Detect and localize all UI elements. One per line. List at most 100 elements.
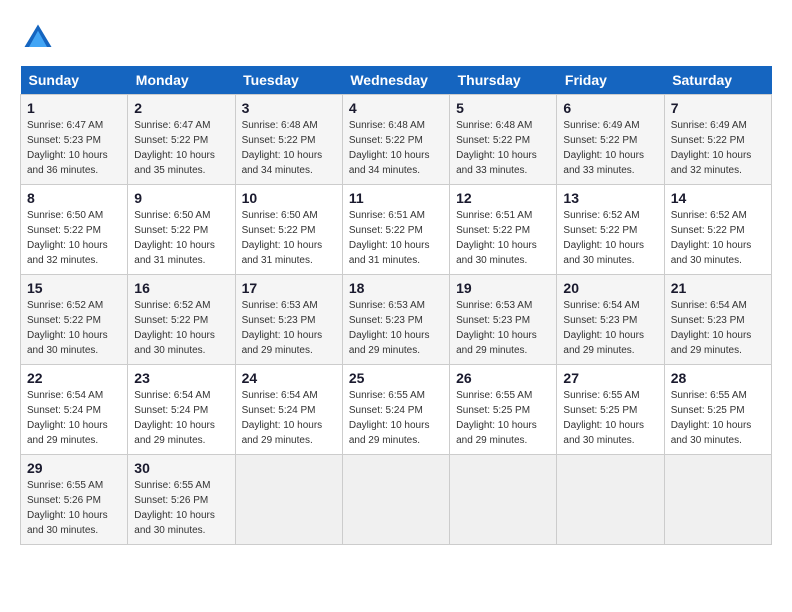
calendar-cell: 21 Sunrise: 6:54 AM Sunset: 5:23 PM Dayli… — [664, 275, 771, 365]
day-number: 13 — [563, 190, 657, 206]
calendar-cell: 6 Sunrise: 6:49 AM Sunset: 5:22 PM Daylig… — [557, 95, 664, 185]
day-info: Sunrise: 6:55 AM Sunset: 5:25 PM Dayligh… — [456, 388, 550, 448]
calendar-cell: 23Sunrise: 6:54 AM Sunset: 5:24 PM Dayli… — [128, 365, 235, 455]
calendar-cell — [342, 455, 449, 545]
calendar-cell: 7 Sunrise: 6:49 AM Sunset: 5:22 PM Daylig… — [664, 95, 771, 185]
day-number: 10 — [242, 190, 336, 206]
day-info: Sunrise: 6:48 AM Sunset: 5:22 PM Dayligh… — [456, 118, 550, 178]
header-wednesday: Wednesday — [342, 66, 449, 95]
day-info: Sunrise: 6:54 AM Sunset: 5:23 PM Dayligh… — [563, 298, 657, 358]
day-number: 15 — [27, 280, 121, 296]
header-row: SundayMondayTuesdayWednesdayThursdayFrid… — [21, 66, 772, 95]
day-number: 6 — [563, 100, 657, 116]
day-number: 4 — [349, 100, 443, 116]
day-number: 24 — [242, 370, 336, 386]
day-info: Sunrise: 6:51 AM Sunset: 5:22 PM Dayligh… — [456, 208, 550, 268]
week-row-4: 22 Sunrise: 6:54 AM Sunset: 5:24 PM Dayli… — [21, 365, 772, 455]
calendar-cell: 17 Sunrise: 6:53 AM Sunset: 5:23 PM Dayli… — [235, 275, 342, 365]
calendar-cell: 11Sunrise: 6:51 AM Sunset: 5:22 PM Dayli… — [342, 185, 449, 275]
day-number: 2 — [134, 100, 228, 116]
day-number: 22 — [27, 370, 121, 386]
day-number: 12 — [456, 190, 550, 206]
calendar-header: SundayMondayTuesdayWednesdayThursdayFrid… — [21, 66, 772, 95]
calendar-cell: 19 Sunrise: 6:53 AM Sunset: 5:23 PM Dayli… — [450, 275, 557, 365]
calendar-cell: 13Sunrise: 6:52 AM Sunset: 5:22 PM Dayli… — [557, 185, 664, 275]
calendar-cell: 25Sunrise: 6:55 AM Sunset: 5:24 PM Dayli… — [342, 365, 449, 455]
day-info: Sunrise: 6:50 AM Sunset: 5:22 PM Dayligh… — [242, 208, 336, 268]
header-monday: Monday — [128, 66, 235, 95]
calendar-cell: 1 Sunrise: 6:47 AM Sunset: 5:23 PM Daylig… — [21, 95, 128, 185]
day-info: Sunrise: 6:49 AM Sunset: 5:22 PM Dayligh… — [671, 118, 765, 178]
calendar-cell: 18 Sunrise: 6:53 AM Sunset: 5:23 PM Dayli… — [342, 275, 449, 365]
calendar-table: SundayMondayTuesdayWednesdayThursdayFrid… — [20, 66, 772, 545]
calendar-cell: 10 Sunrise: 6:50 AM Sunset: 5:22 PM Dayli… — [235, 185, 342, 275]
day-number: 20 — [563, 280, 657, 296]
day-number: 16 — [134, 280, 228, 296]
day-number: 27 — [563, 370, 657, 386]
day-number: 5 — [456, 100, 550, 116]
day-number: 23 — [134, 370, 228, 386]
calendar-cell — [450, 455, 557, 545]
day-number: 1 — [27, 100, 121, 116]
header-thursday: Thursday — [450, 66, 557, 95]
day-info: Sunrise: 6:54 AM Sunset: 5:24 PM Dayligh… — [27, 388, 121, 448]
week-row-3: 15 Sunrise: 6:52 AM Sunset: 5:22 PM Dayli… — [21, 275, 772, 365]
calendar-cell: 20 Sunrise: 6:54 AM Sunset: 5:23 PM Dayli… — [557, 275, 664, 365]
page-header — [20, 20, 772, 56]
day-info: Sunrise: 6:49 AM Sunset: 5:22 PM Dayligh… — [563, 118, 657, 178]
calendar-cell: 3Sunrise: 6:48 AM Sunset: 5:22 PM Daylig… — [235, 95, 342, 185]
day-number: 14 — [671, 190, 765, 206]
header-sunday: Sunday — [21, 66, 128, 95]
day-info: Sunrise: 6:52 AM Sunset: 5:22 PM Dayligh… — [27, 298, 121, 358]
calendar-cell — [664, 455, 771, 545]
header-friday: Friday — [557, 66, 664, 95]
day-number: 3 — [242, 100, 336, 116]
calendar-cell: 4 Sunrise: 6:48 AM Sunset: 5:22 PM Daylig… — [342, 95, 449, 185]
day-info: Sunrise: 6:47 AM Sunset: 5:23 PM Dayligh… — [27, 118, 121, 178]
day-info: Sunrise: 6:50 AM Sunset: 5:22 PM Dayligh… — [27, 208, 121, 268]
day-info: Sunrise: 6:48 AM Sunset: 5:22 PM Dayligh… — [349, 118, 443, 178]
day-number: 7 — [671, 100, 765, 116]
day-info: Sunrise: 6:50 AM Sunset: 5:22 PM Dayligh… — [134, 208, 228, 268]
day-number: 8 — [27, 190, 121, 206]
calendar-cell — [557, 455, 664, 545]
calendar-cell: 5 Sunrise: 6:48 AM Sunset: 5:22 PM Daylig… — [450, 95, 557, 185]
week-row-1: 1 Sunrise: 6:47 AM Sunset: 5:23 PM Daylig… — [21, 95, 772, 185]
calendar-cell: 9 Sunrise: 6:50 AM Sunset: 5:22 PM Daylig… — [128, 185, 235, 275]
calendar-cell: 24 Sunrise: 6:54 AM Sunset: 5:24 PM Dayli… — [235, 365, 342, 455]
day-number: 19 — [456, 280, 550, 296]
day-info: Sunrise: 6:52 AM Sunset: 5:22 PM Dayligh… — [671, 208, 765, 268]
day-number: 21 — [671, 280, 765, 296]
day-number: 30 — [134, 460, 228, 476]
day-info: Sunrise: 6:55 AM Sunset: 5:24 PM Dayligh… — [349, 388, 443, 448]
day-number: 28 — [671, 370, 765, 386]
calendar-cell: 30Sunrise: 6:55 AM Sunset: 5:26 PM Dayli… — [128, 455, 235, 545]
calendar-cell: 15 Sunrise: 6:52 AM Sunset: 5:22 PM Dayli… — [21, 275, 128, 365]
day-number: 9 — [134, 190, 228, 206]
calendar-cell: 8 Sunrise: 6:50 AM Sunset: 5:22 PM Daylig… — [21, 185, 128, 275]
day-info: Sunrise: 6:52 AM Sunset: 5:22 PM Dayligh… — [134, 298, 228, 358]
calendar-cell: 12 Sunrise: 6:51 AM Sunset: 5:22 PM Dayli… — [450, 185, 557, 275]
day-number: 11 — [349, 190, 443, 206]
calendar-cell: 14 Sunrise: 6:52 AM Sunset: 5:22 PM Dayli… — [664, 185, 771, 275]
calendar-cell: 27 Sunrise: 6:55 AM Sunset: 5:25 PM Dayli… — [557, 365, 664, 455]
day-info: Sunrise: 6:53 AM Sunset: 5:23 PM Dayligh… — [349, 298, 443, 358]
day-info: Sunrise: 6:55 AM Sunset: 5:26 PM Dayligh… — [27, 478, 121, 538]
logo — [20, 20, 62, 56]
day-info: Sunrise: 6:54 AM Sunset: 5:24 PM Dayligh… — [242, 388, 336, 448]
day-number: 18 — [349, 280, 443, 296]
day-info: Sunrise: 6:53 AM Sunset: 5:23 PM Dayligh… — [456, 298, 550, 358]
day-info: Sunrise: 6:55 AM Sunset: 5:25 PM Dayligh… — [563, 388, 657, 448]
week-row-2: 8 Sunrise: 6:50 AM Sunset: 5:22 PM Daylig… — [21, 185, 772, 275]
week-row-5: 29Sunrise: 6:55 AM Sunset: 5:26 PM Dayli… — [21, 455, 772, 545]
calendar-cell: 22 Sunrise: 6:54 AM Sunset: 5:24 PM Dayli… — [21, 365, 128, 455]
calendar-cell — [235, 455, 342, 545]
calendar-body: 1 Sunrise: 6:47 AM Sunset: 5:23 PM Daylig… — [21, 95, 772, 545]
day-info: Sunrise: 6:54 AM Sunset: 5:23 PM Dayligh… — [671, 298, 765, 358]
day-number: 26 — [456, 370, 550, 386]
calendar-cell: 16 Sunrise: 6:52 AM Sunset: 5:22 PM Dayli… — [128, 275, 235, 365]
day-info: Sunrise: 6:53 AM Sunset: 5:23 PM Dayligh… — [242, 298, 336, 358]
day-number: 17 — [242, 280, 336, 296]
header-tuesday: Tuesday — [235, 66, 342, 95]
calendar-cell: 2Sunrise: 6:47 AM Sunset: 5:22 PM Daylig… — [128, 95, 235, 185]
